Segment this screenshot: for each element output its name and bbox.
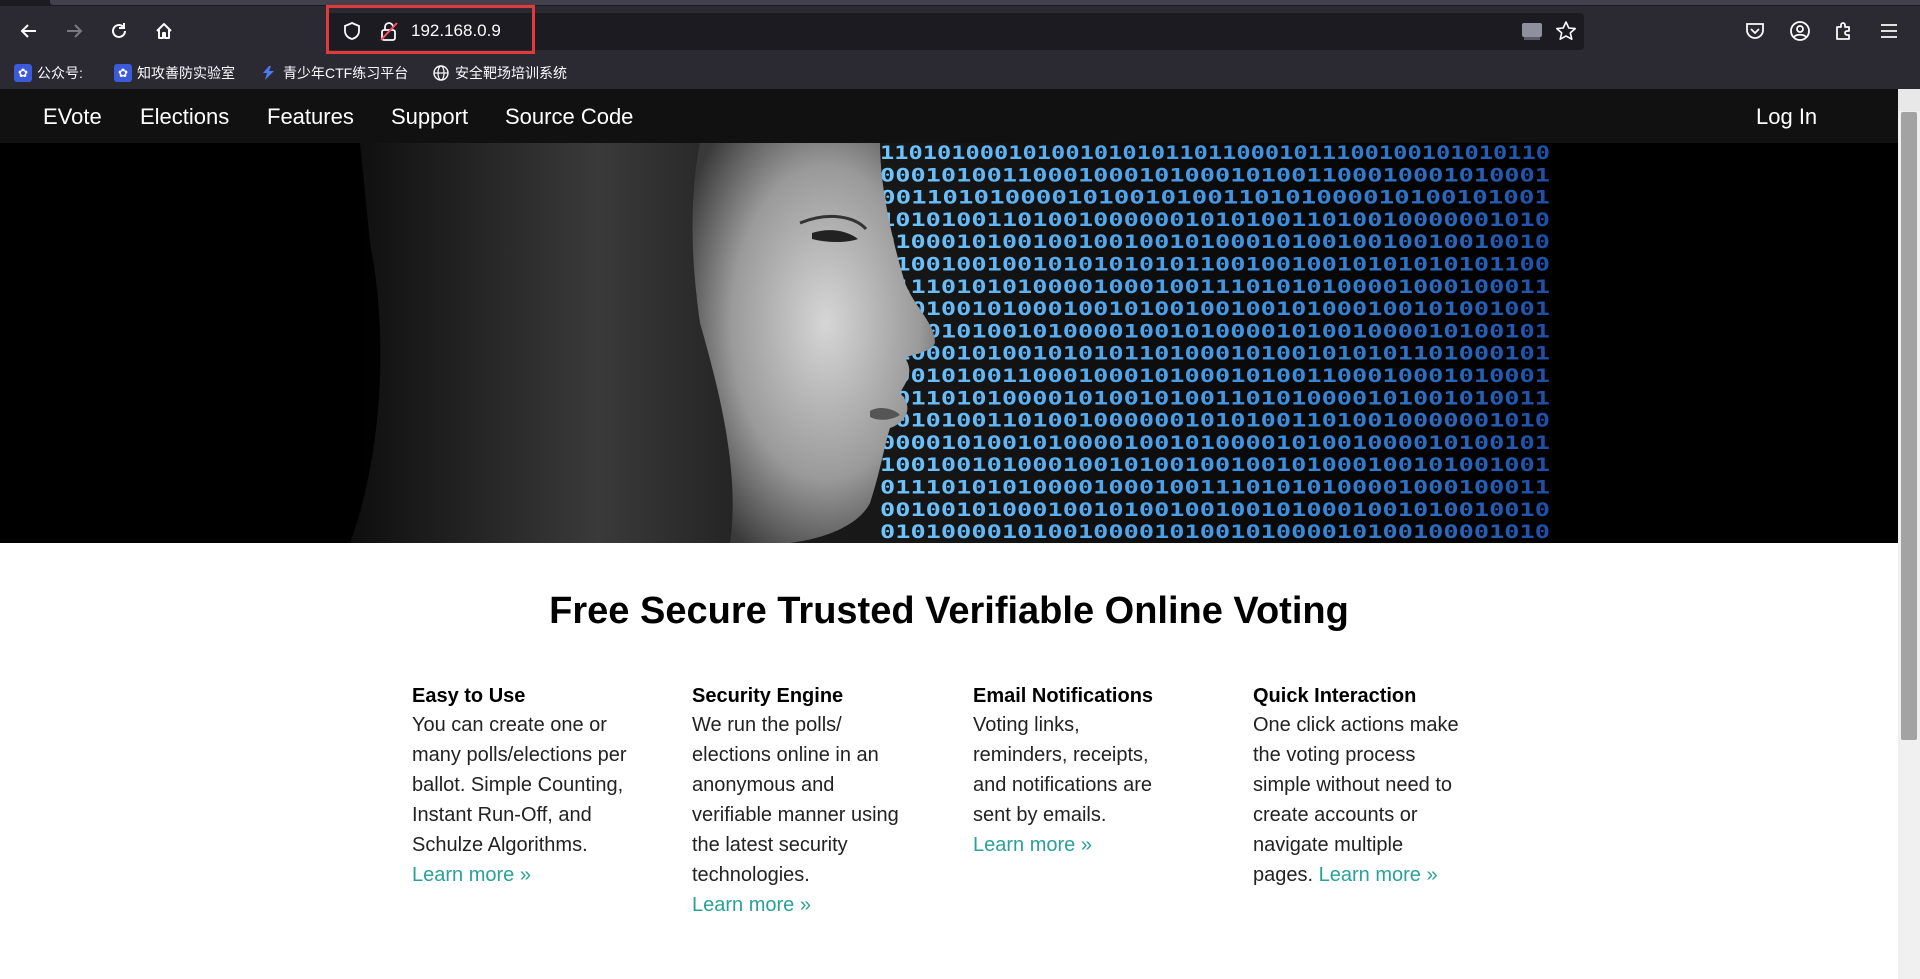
feature-text: You can create one or many polls/electio… <box>412 714 627 856</box>
bookmark-range-training[interactable]: 安全靶场培训系统 <box>432 60 567 86</box>
binary-row: 0010010100010010100100100101000100101001… <box>880 499 1550 521</box>
home-icon <box>156 23 172 39</box>
feature-security-engine: Security Engine We run the polls/ electi… <box>692 682 907 920</box>
forward-arrow-icon <box>67 24 83 38</box>
page-headline: Free Secure Trusted Verifiable Online Vo… <box>549 590 1349 632</box>
site-navbar: EVote Elections Features Support Source … <box>0 89 1898 143</box>
binary-row: 0111010101000010001001110101010000100010… <box>880 477 1550 499</box>
url-highlight-box <box>326 5 535 54</box>
binary-code-pattern: 1101010001010010101011011000101110010010… <box>880 143 1550 543</box>
binary-row: 0100010100100100100101000101001001001001… <box>880 231 1550 253</box>
binary-row: 0101000010100100001010010100001010010000… <box>880 521 1550 543</box>
account-button[interactable] <box>1787 18 1813 44</box>
pocket-button[interactable] <box>1742 18 1768 44</box>
bookmark-label: 公众号: <box>37 65 83 81</box>
reload-button[interactable] <box>102 14 136 48</box>
nav-source-code[interactable]: Source Code <box>505 89 633 143</box>
nav-features[interactable]: Features <box>267 89 354 143</box>
binary-row: 0100010100101010110100010100101010110100… <box>880 343 1550 365</box>
nav-support[interactable]: Support <box>391 89 468 143</box>
binary-row: 0000101001010000100101000010100100001010… <box>880 432 1550 454</box>
binary-row: 0001010011000100010100010100110001000101… <box>880 164 1550 186</box>
feature-title: Easy to Use <box>412 685 526 707</box>
puzzle-icon <box>1836 22 1850 40</box>
pocket-icon <box>1746 23 1764 39</box>
binary-row: 1101010001010010101011011000101110010010… <box>880 143 1550 164</box>
binary-row: 1010100110100100000010101001101001000000… <box>880 209 1550 231</box>
feature-quick-interaction: Quick Interaction One click actions make… <box>1253 682 1468 890</box>
scrollbar-thumb[interactable] <box>1901 112 1917 740</box>
bookmark-zhigong-lab[interactable]: ✿ 知攻善防实验室 <box>114 60 235 86</box>
binary-row: 1001001010001001010010010010100010010100… <box>880 454 1550 476</box>
hero-image: 1101010001010010101011011000101110010010… <box>0 143 1898 543</box>
binary-row: 1100100100101010101011001001001010101010… <box>880 254 1550 276</box>
feature-title: Email Notifications <box>973 685 1154 707</box>
learn-more-link[interactable]: Learn more » <box>1319 864 1438 886</box>
binary-row: 0000101001010000100101000010100100001010… <box>880 320 1550 342</box>
bookmark-gongzhonghao[interactable]: ✿ 公众号: <box>14 60 83 86</box>
account-icon <box>1790 21 1810 41</box>
reader-view-icon[interactable] <box>1520 20 1544 42</box>
hero-banner: 1101010001010010101011011000101110010010… <box>0 143 1898 543</box>
nav-elections[interactable]: Elections <box>140 89 229 143</box>
login-link[interactable]: Log In <box>1756 89 1817 143</box>
back-button[interactable] <box>12 14 46 48</box>
binary-row: 1010100110100100000010101001101001000000… <box>880 410 1550 432</box>
bookmark-star-icon[interactable] <box>1555 20 1577 42</box>
paw-icon: ✿ <box>114 64 132 82</box>
hamburger-menu-icon <box>1881 24 1897 38</box>
feature-text: Voting links, reminders, receipts, and n… <box>973 714 1153 826</box>
feature-title: Security Engine <box>692 685 844 707</box>
bookmark-label: 知攻善防实验室 <box>137 65 235 81</box>
learn-more-link[interactable]: Learn more » <box>412 864 531 886</box>
bookmark-label: 青少年CTF练习平台 <box>283 65 409 81</box>
bookmark-qsnctf[interactable]: 青少年CTF练习平台 <box>260 60 408 86</box>
ctf-logo-icon <box>263 66 274 80</box>
binary-row: 0111010101000010001001110101010000100010… <box>880 276 1550 298</box>
feature-title: Quick Interaction <box>1253 685 1417 707</box>
learn-more-link[interactable]: Learn more » <box>973 834 1092 856</box>
extensions-button[interactable] <box>1831 18 1857 44</box>
scroll-up-arrow[interactable] <box>1898 89 1920 111</box>
learn-more-link[interactable]: Learn more » <box>692 894 811 916</box>
binary-row: 0011010100001010010100110101000010100101… <box>880 387 1550 409</box>
feature-text: We run the polls/ elections online in an… <box>692 714 899 886</box>
feature-easy-to-use: Easy to Use You can create one or many p… <box>412 682 627 890</box>
feature-email-notifications: Email Notifications Voting links, remind… <box>973 682 1168 860</box>
forward-button[interactable] <box>57 14 91 48</box>
home-button[interactable] <box>147 14 181 48</box>
binary-row: 0011010100001010010100110101000010100101… <box>880 187 1550 209</box>
reload-icon <box>112 23 126 38</box>
paw-icon: ✿ <box>14 64 32 82</box>
globe-icon <box>433 65 449 81</box>
feature-text: One click actions make the voting proces… <box>1253 714 1459 886</box>
browser-toolbar: 192.168.0.9 ✿ 公众号: ✿ 知攻善防实验室 青少年CTF练习平台 … <box>0 0 1920 89</box>
binary-row: 1001001010001001010010010010100010010100… <box>880 298 1550 320</box>
back-arrow-icon <box>20 24 36 38</box>
binary-row: 1001010011000100010100010100110001000101… <box>880 365 1550 387</box>
bookmarks-bar: ✿ 公众号: ✿ 知攻善防实验室 青少年CTF练习平台 安全靶场培训系统 <box>0 60 1920 86</box>
brand-link[interactable]: EVote <box>43 89 102 143</box>
bookmark-label: 安全靶场培训系统 <box>455 65 567 81</box>
menu-button[interactable] <box>1876 18 1902 44</box>
